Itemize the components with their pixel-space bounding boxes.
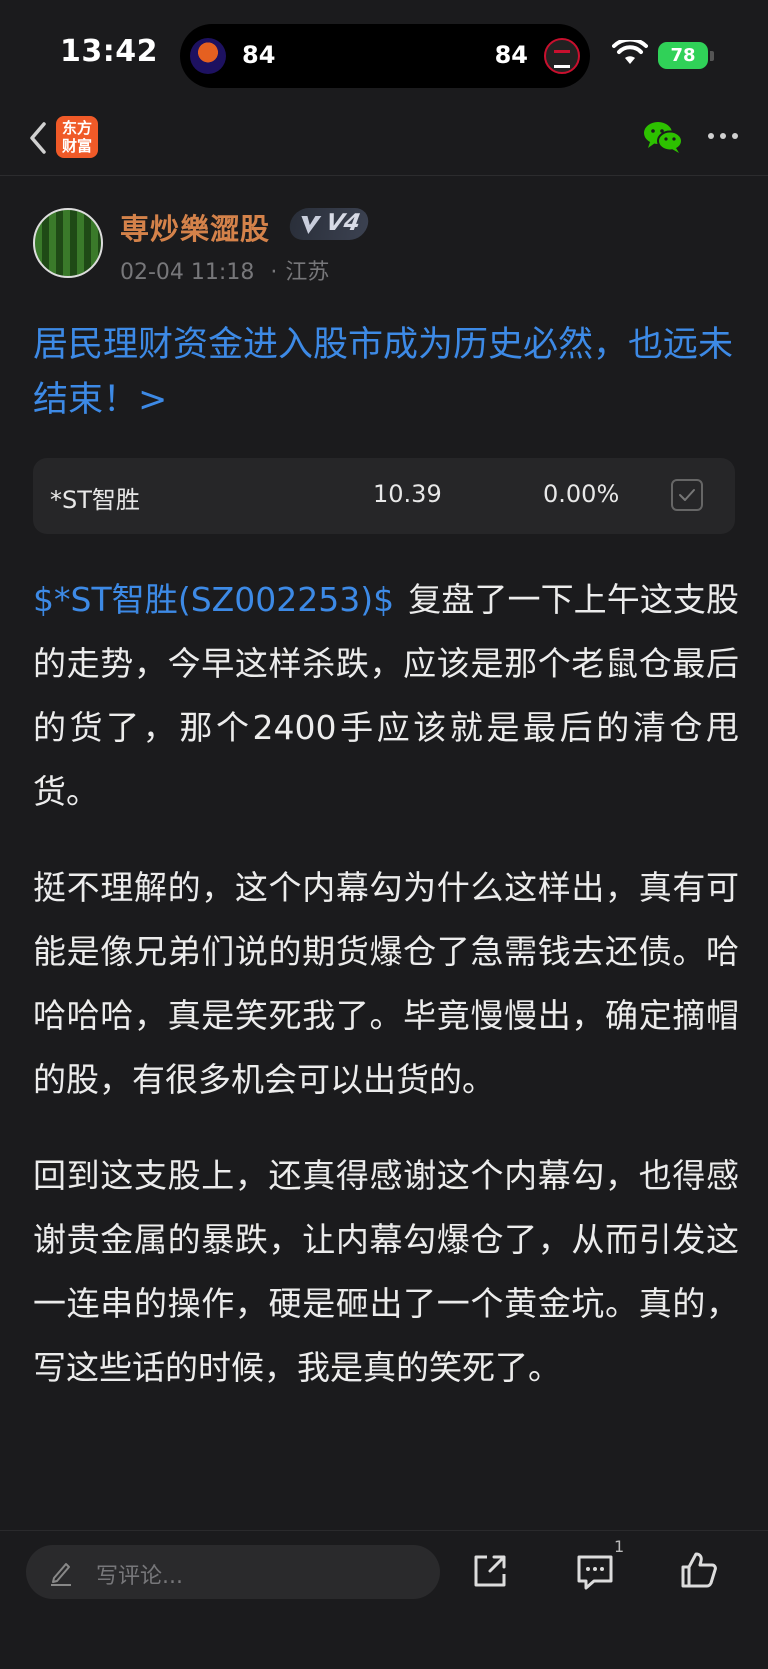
- post-title-link[interactable]: 居民理财资金进入股市成为历史必然，也远未结束！>: [33, 318, 739, 428]
- author-avatar[interactable]: [33, 208, 103, 278]
- nav-bar: 东方 财富: [0, 100, 768, 176]
- app-logo[interactable]: 东方 财富: [56, 116, 98, 158]
- status-bar: 13:42 84 84 78: [0, 0, 768, 100]
- portland-logo-icon: [544, 38, 580, 74]
- meta-separator: ·: [270, 260, 278, 285]
- more-icon[interactable]: [706, 126, 740, 146]
- left-team-score: 84: [242, 41, 276, 69]
- like-icon[interactable]: [678, 1549, 720, 1591]
- back-icon[interactable]: [22, 118, 56, 158]
- bottom-bar: 写评论... 1: [0, 1530, 768, 1669]
- stock-change: 0.00%: [543, 480, 620, 508]
- wifi-icon: [612, 40, 648, 64]
- app-logo-line1: 东方: [61, 119, 92, 137]
- battery-indicator: 78: [658, 42, 708, 69]
- level-badge: V4: [287, 208, 371, 240]
- status-time: 13:42: [60, 34, 158, 69]
- check-icon[interactable]: [671, 479, 703, 511]
- wechat-icon[interactable]: [642, 118, 684, 156]
- comment-input[interactable]: 写评论...: [26, 1545, 440, 1599]
- post-meta: 02-04 11:18 · 江苏: [120, 254, 329, 286]
- post-location: 江苏: [285, 260, 330, 285]
- paragraph-1: $*ST智胜(SZ002253)$ 复盘了一下上午这支股的走势，今早这样杀跌，应该…: [33, 568, 739, 824]
- level-text: V4: [323, 210, 363, 236]
- battery-nub: [710, 51, 714, 61]
- dynamic-island: 84 84: [180, 24, 590, 88]
- comment-icon[interactable]: [574, 1551, 616, 1593]
- stock-link[interactable]: $*ST智胜(SZ002253)$: [33, 580, 394, 619]
- app-logo-line2: 财富: [61, 137, 92, 155]
- post-date: 02-04 11:18: [120, 260, 255, 285]
- comment-placeholder: 写评论...: [96, 1564, 183, 1589]
- stock-card[interactable]: *ST智胜 10.39 0.00%: [33, 458, 735, 534]
- suns-logo-icon: [190, 38, 226, 74]
- diamond-v-icon: [301, 216, 322, 234]
- author-name[interactable]: 専炒樂澀股: [120, 206, 270, 248]
- paragraph-3: 回到这支股上，还真得感谢这个内幕勾，也得感谢贵金属的暴跌，让内幕勾爆仓了，从而引…: [33, 1156, 739, 1387]
- comment-count: 1: [614, 1537, 625, 1556]
- pencil-icon: [51, 1563, 71, 1586]
- stock-name: *ST智胜: [50, 486, 140, 514]
- right-team-score: 84: [494, 41, 528, 69]
- post-body: $*ST智胜(SZ002253)$ 复盘了一下上午这支股的走势，今早这样杀跌，应该…: [33, 568, 739, 1432]
- stock-price: 10.39: [373, 480, 442, 508]
- share-icon[interactable]: [470, 1551, 510, 1591]
- paragraph-2: 挺不理解的，这个内幕勾为什么这样出，真有可能是像兄弟们说的期货爆仓了急需钱去还债…: [33, 868, 739, 1099]
